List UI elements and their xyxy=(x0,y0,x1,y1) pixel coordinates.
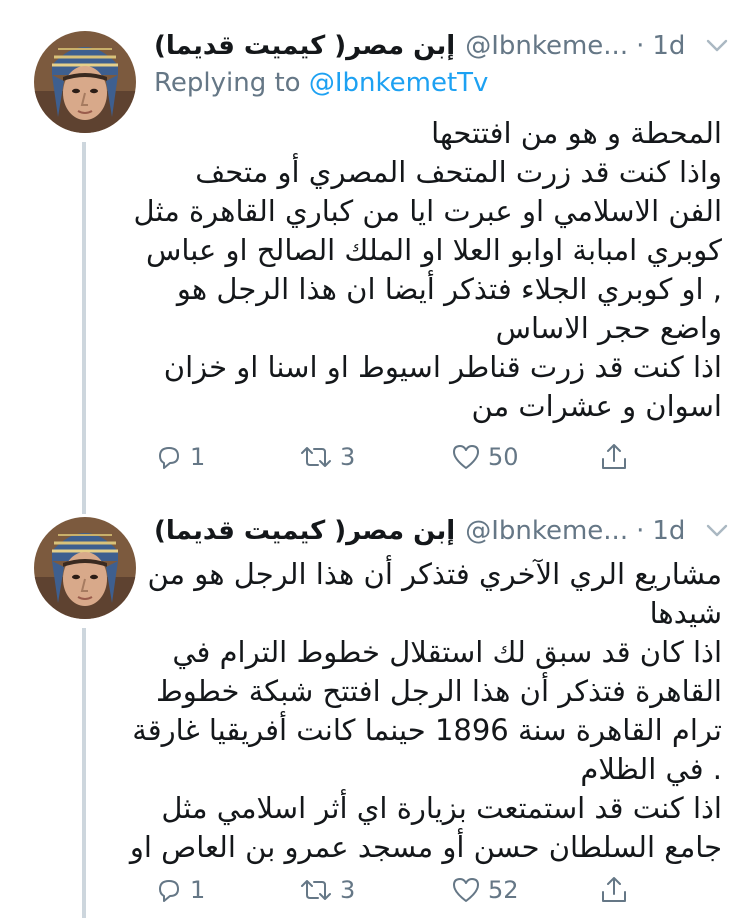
reply-button[interactable]: 1 xyxy=(154,437,205,477)
retweet-icon xyxy=(301,880,331,900)
heart-icon xyxy=(453,445,479,469)
timestamp[interactable]: 1d xyxy=(652,516,685,546)
tweet-text-line: ترام القاهرة سنة 1896 حينما كانت أفريقيا… xyxy=(132,713,722,747)
like-count: 50 xyxy=(488,443,519,471)
tweet-actions: 1 3 50 xyxy=(154,437,654,477)
avatar-image xyxy=(34,517,136,619)
tweet-text-line: . في الظلام xyxy=(580,752,722,786)
share-button[interactable] xyxy=(598,437,630,477)
tweet-text-line: اسوان و عشرات من xyxy=(471,389,723,423)
reply-mention-link[interactable]: @IbnkemetTv xyxy=(309,68,489,98)
tweet-text-line: الفن الاسلامي او عبرت ايا من كباري القاه… xyxy=(133,194,722,228)
reply-icon xyxy=(159,880,179,902)
chevron-down-icon[interactable] xyxy=(704,34,730,58)
tweet-text-line: المحطة و هو من افتتحها xyxy=(431,116,722,150)
replying-prefix: Replying to xyxy=(154,68,301,98)
reply-icon xyxy=(159,447,179,469)
avatar[interactable] xyxy=(34,31,136,133)
separator-dot: · xyxy=(636,31,645,61)
chevron-down-icon[interactable] xyxy=(704,519,730,543)
retweet-count: 3 xyxy=(340,443,356,471)
separator-dot: · xyxy=(636,516,645,546)
thread-line xyxy=(82,628,86,918)
reply-count: 1 xyxy=(190,443,206,471)
tweet-text-line: جامع السلطان حسن أو مسجد عمرو بن العاص ا… xyxy=(129,830,722,864)
tweet-text-line: كوبري امبابة اوابو العلا او الملك الصالح… xyxy=(145,233,722,267)
tweet-1[interactable]: إبن مصر( كيميت قديما) @Ibnkeme... · 1d R… xyxy=(0,0,750,514)
tweet-text-line: اذا كنت قد زرت قناطر اسيوط او اسنا او خز… xyxy=(163,350,722,384)
avatar[interactable] xyxy=(34,517,136,619)
tweet-text-line: اذا كنت قد استمتعت بزيارة اي أثر اسلامي … xyxy=(161,791,722,825)
tweet-text: المحطة و هو من افتتحها واذا كنت قد زرت ا… xyxy=(133,114,723,426)
avatar-image xyxy=(34,31,136,133)
tweet-text-line: , او كوبري الجلاء فتذكر أيضا ان هذا الرج… xyxy=(176,272,722,306)
retweet-icon xyxy=(301,447,331,467)
thread-line xyxy=(82,142,86,514)
handle[interactable]: @Ibnkeme... xyxy=(465,516,628,546)
tweet-header: إبن مصر( كيميت قديما) @Ibnkeme... · 1d xyxy=(154,28,730,64)
display-name[interactable]: إبن مصر( كيميت قديما) xyxy=(154,31,455,61)
tweet-actions: 1 3 52 xyxy=(154,870,654,910)
share-icon xyxy=(602,444,626,469)
tweet-text-line: القاهرة فتذكر أن هذا الرجل افتتح شبكة خط… xyxy=(155,674,722,708)
like-button[interactable]: 50 xyxy=(450,437,519,477)
heart-icon xyxy=(453,878,479,902)
handle[interactable]: @Ibnkeme... xyxy=(465,31,628,61)
tweet-text-line: مشاريع الري الآخري فتذكر أن هذا الرجل هو… xyxy=(147,557,722,591)
retweet-count: 3 xyxy=(340,876,356,904)
tweet-2[interactable]: إبن مصر( كيميت قديما) @Ibnkeme... · 1d م… xyxy=(0,500,750,918)
retweet-button[interactable]: 3 xyxy=(298,437,355,477)
tweet-text-line: واذا كنت قد زرت المتحف المصري أو متحف xyxy=(195,155,722,189)
like-count: 52 xyxy=(488,876,519,904)
tweet-text: مشاريع الري الآخري فتذكر أن هذا الرجل هو… xyxy=(129,555,722,867)
timestamp[interactable]: 1d xyxy=(652,31,685,61)
tweet-header: إبن مصر( كيميت قديما) @Ibnkeme... · 1d xyxy=(154,513,730,549)
replying-to: Replying to @IbnkemetTv xyxy=(154,68,488,98)
reply-button[interactable]: 1 xyxy=(154,870,205,910)
display-name[interactable]: إبن مصر( كيميت قديما) xyxy=(154,516,455,546)
share-button[interactable] xyxy=(598,870,630,910)
tweet-text-line: اذا كان قد سبق لك استقلال خطوط الترام في xyxy=(172,635,722,669)
reply-count: 1 xyxy=(190,876,206,904)
like-button[interactable]: 52 xyxy=(450,870,519,910)
tweet-text-line: شيدها xyxy=(649,596,722,630)
tweet-text-line: واضع حجر الاساس xyxy=(495,311,722,345)
share-icon xyxy=(602,877,626,902)
retweet-button[interactable]: 3 xyxy=(298,870,355,910)
